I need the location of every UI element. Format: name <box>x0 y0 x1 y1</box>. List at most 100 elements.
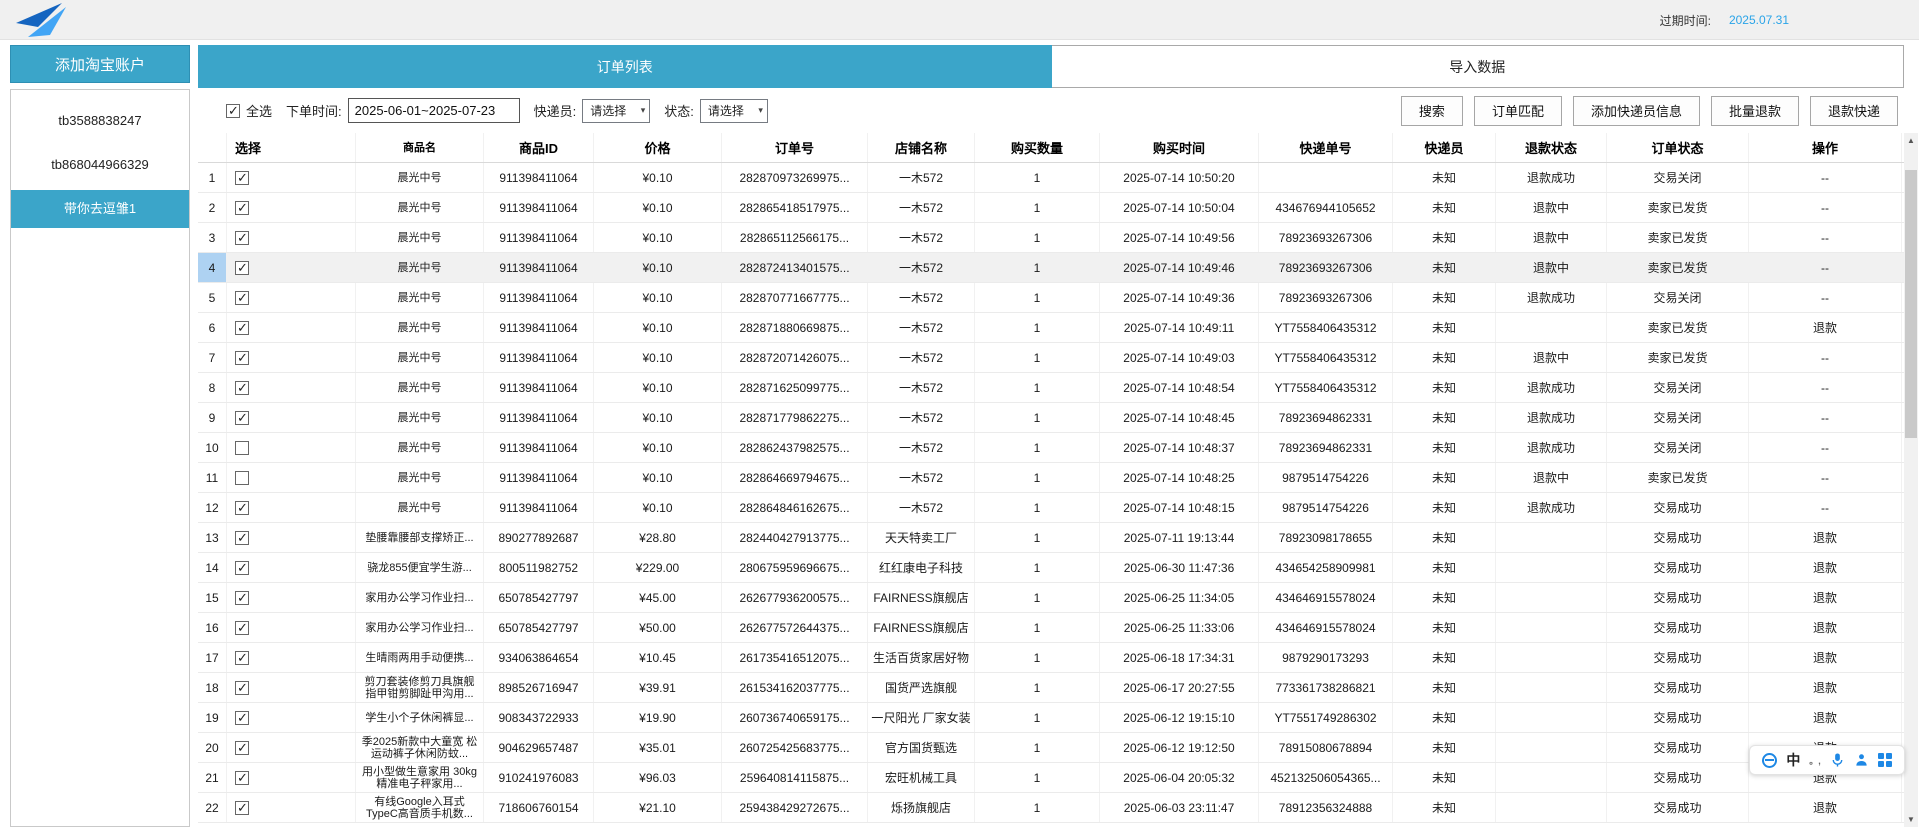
tab-order-list[interactable]: 订单列表 <box>198 45 1052 88</box>
courier-select[interactable]: 请选择 ▾ <box>582 98 651 123</box>
row-select-checkbox[interactable] <box>235 320 249 336</box>
order-time-range-input[interactable] <box>347 98 520 123</box>
action-cell[interactable]: 退款 <box>1749 313 1902 342</box>
row-number-cell[interactable]: 18 <box>198 673 227 702</box>
row-select-checkbox[interactable] <box>235 380 249 396</box>
row-number-cell[interactable]: 20 <box>198 733 227 762</box>
action-cell[interactable]: 退款 <box>1749 793 1902 822</box>
row-number-cell[interactable]: 15 <box>198 583 227 612</box>
row-number-cell[interactable]: 21 <box>198 763 227 792</box>
row-number-cell[interactable]: 9 <box>198 403 227 432</box>
row-select-checkbox[interactable] <box>235 470 249 485</box>
action-cell[interactable]: 退款 <box>1749 523 1902 552</box>
row-number-cell[interactable]: 5 <box>198 283 227 312</box>
action-cell[interactable]: 退款 <box>1749 703 1902 732</box>
quantity-cell: 1 <box>975 673 1100 702</box>
scroll-up-arrow[interactable]: ▲ <box>1904 133 1918 148</box>
orders-table: 选择 商品名 商品ID 价格 订单号 店铺名称 购买数量 购买时间 快递单号 快递员 退款状态 订单状… <box>198 133 1904 823</box>
ime-language-indicator[interactable]: 中 <box>1786 750 1800 770</box>
row-number-cell[interactable]: 7 <box>198 343 227 372</box>
ime-logo-icon[interactable] <box>1762 752 1778 768</box>
search-button[interactable]: 搜索 <box>1400 95 1463 126</box>
row-select-checkbox[interactable] <box>235 800 249 816</box>
product-id-cell: 911398411064 <box>484 493 594 522</box>
row-select-checkbox[interactable] <box>235 200 249 216</box>
row-number-cell[interactable]: 17 <box>198 643 227 672</box>
row-number-cell[interactable]: 12 <box>198 493 227 522</box>
select-cell <box>227 613 356 642</box>
row-number-cell[interactable]: 10 <box>198 433 227 462</box>
row-select-checkbox[interactable] <box>235 260 249 276</box>
row-number-cell[interactable]: 22 <box>198 793 227 822</box>
action-cell[interactable]: 退款 <box>1749 553 1902 582</box>
row-number-cell[interactable]: 16 <box>198 613 227 642</box>
table-scrollbar[interactable]: ▲ ▼ <box>1904 133 1918 827</box>
refund-status-cell: 退款成功 <box>1496 283 1607 312</box>
order-status-cell: 交易成功 <box>1607 763 1749 792</box>
row-select-checkbox[interactable] <box>235 770 249 786</box>
action-cell[interactable]: 退款 <box>1749 643 1902 672</box>
courier-cell: 未知 <box>1393 703 1496 732</box>
action-cell[interactable]: 退款 <box>1749 673 1902 702</box>
row-number-cell[interactable]: 6 <box>198 313 227 342</box>
refund-status-cell: 退款中 <box>1496 193 1607 222</box>
grid-icon[interactable] <box>1877 753 1892 767</box>
action-cell[interactable]: 退款 <box>1749 583 1902 612</box>
price-cell: ¥0.10 <box>594 433 722 462</box>
sidebar-account-item[interactable]: 带你去逗雏1 <box>11 190 189 228</box>
row-select-checkbox[interactable] <box>235 710 249 726</box>
product-id-cell: 911398411064 <box>484 403 594 432</box>
row-select-checkbox[interactable] <box>235 170 249 186</box>
row-number-cell[interactable]: 3 <box>198 223 227 252</box>
row-number-cell[interactable]: 8 <box>198 373 227 402</box>
row-select-checkbox[interactable] <box>235 620 249 636</box>
refund-express-button[interactable]: 退款快递 <box>1809 95 1898 126</box>
scrollbar-track[interactable] <box>1904 148 1918 812</box>
row-select-checkbox[interactable] <box>235 440 249 455</box>
punctuation-icon[interactable]: 。, <box>1809 754 1821 767</box>
add-taobao-account-button[interactable]: 添加淘宝账户 <box>10 45 190 83</box>
refund-status-cell <box>1496 583 1607 612</box>
refund-status-cell: 退款中 <box>1496 223 1607 252</box>
product-name-cell: 晨光中号 <box>356 493 484 522</box>
batch-refund-button[interactable]: 批量退款 <box>1710 95 1799 126</box>
row-number-cell[interactable]: 2 <box>198 193 227 222</box>
sidebar-account-item[interactable]: tb3588838247 <box>11 102 189 140</box>
row-select-checkbox[interactable] <box>235 410 249 426</box>
row-number-cell[interactable]: 13 <box>198 523 227 552</box>
row-select-checkbox[interactable] <box>235 680 249 696</box>
row-select-checkbox[interactable] <box>235 500 249 516</box>
row-select-checkbox[interactable] <box>235 230 249 246</box>
tab-import-data[interactable]: 导入数据 <box>1051 45 1904 88</box>
row-number-cell[interactable]: 14 <box>198 553 227 582</box>
row-select-checkbox[interactable] <box>235 350 249 366</box>
row-select-checkbox[interactable] <box>235 290 249 306</box>
order-match-button[interactable]: 订单匹配 <box>1473 95 1562 126</box>
add-courier-info-button[interactable]: 添加快递员信息 <box>1572 95 1700 126</box>
courier-cell: 未知 <box>1393 163 1496 192</box>
scrollbar-thumb[interactable] <box>1905 170 1917 438</box>
microphone-icon[interactable] <box>1830 752 1845 768</box>
select-all-checkbox[interactable] <box>226 103 240 119</box>
row-number-cell[interactable]: 4 <box>198 253 227 282</box>
row-number-cell[interactable]: 19 <box>198 703 227 732</box>
product-id-cell: 911398411064 <box>484 193 594 222</box>
quantity-cell: 1 <box>975 223 1100 252</box>
row-select-checkbox[interactable] <box>235 590 249 606</box>
row-select-checkbox[interactable] <box>235 560 249 576</box>
row-select-checkbox[interactable] <box>235 740 249 756</box>
order-status-cell: 交易关闭 <box>1607 403 1749 432</box>
row-number-cell[interactable]: 11 <box>198 463 227 492</box>
row-select-checkbox[interactable] <box>235 650 249 666</box>
order-status-cell: 交易关闭 <box>1607 433 1749 462</box>
status-select[interactable]: 请选择 ▾ <box>699 98 768 123</box>
row-select-checkbox[interactable] <box>235 530 249 546</box>
scroll-down-arrow[interactable]: ▼ <box>1904 812 1918 827</box>
user-icon[interactable] <box>1854 752 1869 768</box>
table-row: 3 晨光中号911398411064¥0.10282865112566175...… <box>198 223 1904 253</box>
action-cell: -- <box>1749 493 1902 522</box>
product-name-cell: 晨光中号 <box>356 223 484 252</box>
sidebar-account-item[interactable]: tb868044966329 <box>11 146 189 184</box>
action-cell[interactable]: 退款 <box>1749 613 1902 642</box>
row-number-cell[interactable]: 1 <box>198 163 227 192</box>
